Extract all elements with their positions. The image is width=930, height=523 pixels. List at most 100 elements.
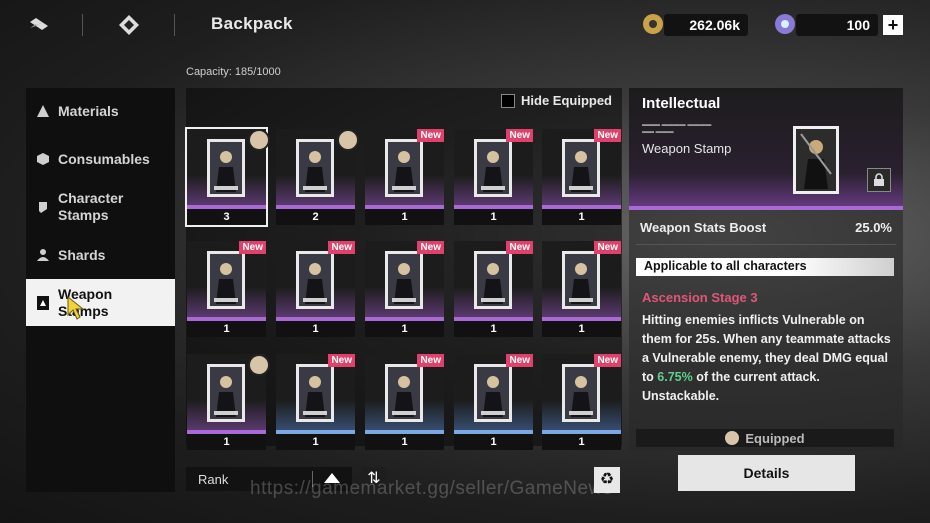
hide-equipped-toggle[interactable]: Hide Equipped [501, 93, 612, 108]
item-type: Weapon Stamp [642, 141, 732, 156]
details-button[interactable]: Details [678, 455, 855, 491]
stamp-art [296, 139, 334, 197]
gem-amount: 100 [796, 14, 878, 36]
new-badge: New [594, 241, 621, 254]
sidebar-item-label: Materials [58, 103, 119, 119]
sidebar-item-materials[interactable]: Materials [26, 98, 175, 124]
new-badge: New [328, 354, 355, 367]
character-avatar-badge [248, 354, 270, 376]
gold-coin-icon [641, 12, 665, 36]
item-card[interactable]: 1 New [365, 129, 444, 225]
new-badge: New [239, 241, 266, 254]
item-count: 1 [454, 434, 533, 450]
stat-value: 25.0% [855, 220, 892, 235]
gem-icon [773, 12, 797, 36]
sidebar-item-consumables[interactable]: Consumables [26, 146, 175, 172]
hide-equipped-label: Hide Equipped [521, 93, 612, 108]
applicable-banner: Applicable to all characters [636, 258, 894, 276]
sidebar-item-shards[interactable]: Shards [26, 242, 175, 268]
item-card[interactable]: 1 [187, 354, 270, 450]
item-card[interactable]: 1 New [365, 354, 444, 450]
page-title: Backpack [211, 14, 293, 33]
item-card[interactable]: 1 New [276, 241, 355, 337]
stamp-art [562, 139, 600, 197]
item-count: 2 [276, 209, 355, 225]
hexagon-icon [36, 152, 50, 166]
item-count: 1 [454, 209, 533, 225]
item-card[interactable]: 1 New [365, 241, 444, 337]
stamp-art [562, 251, 600, 309]
stat-row: Weapon Stats Boost 25.0% [640, 220, 892, 235]
sidebar-item-character-stamps[interactable]: Character Stamps [26, 188, 175, 226]
item-count: 1 [187, 321, 266, 337]
stamp-art [207, 139, 245, 197]
item-art [793, 126, 839, 194]
new-badge: New [417, 241, 444, 254]
new-badge: New [594, 129, 621, 142]
lock-icon [874, 173, 884, 186]
equipped-label: Equipped [745, 430, 805, 446]
item-card[interactable]: 1 New [187, 241, 266, 337]
stamp-art [474, 251, 512, 309]
new-badge: New [506, 354, 533, 367]
stamp-art [385, 251, 423, 309]
item-card[interactable]: 1 New [454, 129, 533, 225]
cursor-pointer-icon [64, 295, 86, 326]
item-count: 1 [276, 434, 355, 450]
item-count: 1 [276, 321, 355, 337]
home-diamond-icon[interactable] [116, 12, 142, 38]
capacity-label: Capacity: 185/1000 [186, 66, 281, 78]
item-card[interactable]: 1 New [542, 129, 621, 225]
stamp-art [562, 364, 600, 422]
stat-label: Weapon Stats Boost [640, 220, 767, 235]
item-name: Intellectual [642, 95, 721, 112]
divider [174, 14, 175, 36]
item-count: 1 [187, 434, 266, 450]
sidebar-item-label: Character Stamps [58, 190, 124, 223]
sidebar-item-weapon-stamps[interactable]: Weapon Stamps [26, 279, 175, 326]
recycle-icon: ♻ [599, 471, 615, 488]
stamp-icon [36, 200, 50, 214]
new-badge: New [506, 129, 533, 142]
menu-logo-icon[interactable] [26, 12, 52, 38]
watermark: https://gamemarket.gg/seller/GameNews [250, 478, 613, 499]
gold-amount: 262.06k [664, 14, 748, 36]
item-card[interactable]: 2 [276, 129, 359, 225]
item-count: 1 [365, 321, 444, 337]
flask-icon [36, 104, 50, 118]
item-count: 1 [454, 321, 533, 337]
item-count: 1 [542, 434, 621, 450]
item-card[interactable]: 1 New [542, 354, 621, 450]
sidebar: Materials Consumables Character Stamps S… [26, 88, 175, 492]
item-card[interactable]: 1 New [454, 241, 533, 337]
new-badge: New [417, 354, 444, 367]
stamp-art [474, 364, 512, 422]
item-fine-print-icon: ▬▬▬ ▬▬▬▬ ▬▬▬▬ ▬▬ ▬▬▬ [642, 122, 712, 135]
sidebar-item-label: Consumables [58, 151, 150, 167]
item-card[interactable]: 1 New [276, 354, 355, 450]
stamp-art [385, 139, 423, 197]
checkbox[interactable] [501, 93, 515, 108]
divider [636, 244, 896, 245]
stamp-art [207, 251, 245, 309]
item-card[interactable]: 1 New [454, 354, 533, 450]
stamp-art [385, 364, 423, 422]
item-count: 3 [187, 209, 266, 225]
item-count: 1 [542, 209, 621, 225]
divider [82, 14, 83, 36]
item-count: 1 [365, 209, 444, 225]
person-icon [36, 248, 50, 262]
new-badge: New [594, 354, 621, 367]
ascension-stage: Ascension Stage 3 [642, 290, 758, 305]
new-badge: New [506, 241, 533, 254]
recycle-button[interactable]: ♻ [594, 467, 620, 493]
item-card[interactable]: 1 New [542, 241, 621, 337]
item-count: 1 [365, 434, 444, 450]
character-avatar-badge [248, 129, 270, 151]
equipped-status: Equipped [636, 429, 894, 447]
new-badge: New [417, 129, 444, 142]
add-currency-button[interactable]: + [883, 15, 903, 35]
lock-button[interactable] [867, 168, 891, 192]
character-avatar-badge [337, 129, 359, 151]
item-card[interactable]: 3 [185, 127, 270, 227]
